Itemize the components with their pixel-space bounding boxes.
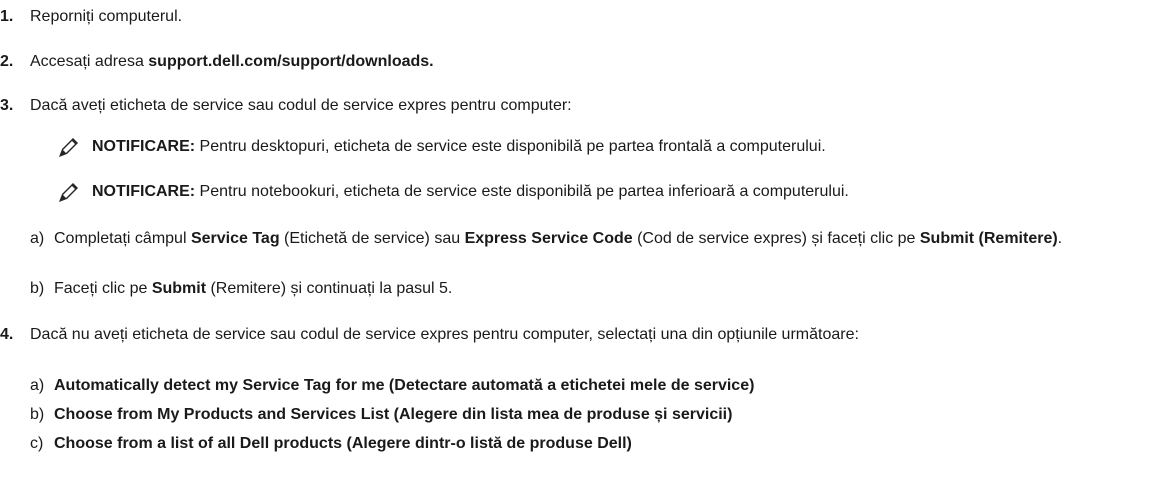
step-4-sub-c: c) Choose from a list of all Dell produc… [30,433,1160,455]
sub-text-part: (Cod de service expres) și faceți clic p… [632,230,920,247]
step-3: 3. Dacă aveți eticheta de service sau co… [0,95,1168,117]
step-1: 1. Reporniți computerul. [0,6,1168,28]
step-4-sub-a: a) Automatically detect my Service Tag f… [30,375,1160,397]
sub-text-part: Faceți clic pe [54,280,152,297]
note-label: NOTIFICARE: [92,138,196,155]
express-service-code-field-name: Express Service Code [464,230,633,247]
service-tag-field-name: Service Tag [190,230,280,247]
step-number: 4. [0,326,14,343]
submit-button-name: Submit (Remitere) [919,230,1058,247]
step-text: Dacă nu aveți eticheta de service sau co… [30,326,859,343]
sub-text: Completați câmpul Service Tag (Etichetă … [54,228,1164,250]
sub-text-part: (Remitere) și continuați la pasul 5. [206,280,453,297]
step-4: 4. Dacă nu aveți eticheta de service sau… [0,324,1168,368]
sub-text-part: . [1057,230,1063,247]
pencil-note-icon [59,138,78,157]
step-text: Dacă aveți eticheta de service sau codul… [30,97,572,114]
option-auto-detect-service-tag[interactable]: Automatically detect my Service Tag for … [54,375,1164,397]
step-4-sub-b: b) Choose from My Products and Services … [30,404,1160,426]
pencil-note-icon [59,183,78,202]
step-number: 1. [0,8,14,25]
step-text-prefix: Accesați adresa [30,53,149,70]
note-body: Pentru notebookuri, eticheta de service … [195,183,849,200]
sub-text: Faceți clic pe Submit (Remitere) și cont… [54,278,1164,300]
note-label: NOTIFICARE: [92,183,196,200]
step-number: 2. [0,53,14,70]
sub-label: c) [30,435,44,452]
note-text: NOTIFICARE: Pentru notebookuri, eticheta… [92,181,849,203]
sub-text-part: Completați câmpul [54,230,191,247]
option-my-products-list[interactable]: Choose from My Products and Services Lis… [54,404,1164,426]
option-all-dell-products[interactable]: Choose from a list of all Dell products … [54,433,1164,455]
note-text: NOTIFICARE: Pentru desktopuri, eticheta … [92,136,826,158]
sub-label: b) [30,280,45,297]
support-url-link[interactable]: support.dell.com/support/downloads. [148,53,433,70]
sub-label: a) [30,230,45,247]
step-3-sub-b: b) Faceți clic pe Submit (Remitere) și c… [30,278,1160,300]
note-desktop: NOTIFICARE: Pentru desktopuri, eticheta … [56,132,1156,162]
step-2: 2. Accesați adresa support.dell.com/supp… [0,51,1168,73]
sub-label: b) [30,406,45,423]
step-3-sub-a: a) Completați câmpul Service Tag (Etiche… [30,228,1160,272]
sub-text-part: (Etichetă de service) sau [279,230,465,247]
step-text: Reporniți computerul. [30,8,183,25]
note-notebook: NOTIFICARE: Pentru notebookuri, eticheta… [56,177,1156,207]
submit-button-name: Submit [151,280,207,297]
step-number: 3. [0,97,14,114]
step-text: Accesați adresa support.dell.com/support… [30,51,434,73]
note-body: Pentru desktopuri, eticheta de service e… [195,138,826,155]
sub-label: a) [30,377,45,394]
